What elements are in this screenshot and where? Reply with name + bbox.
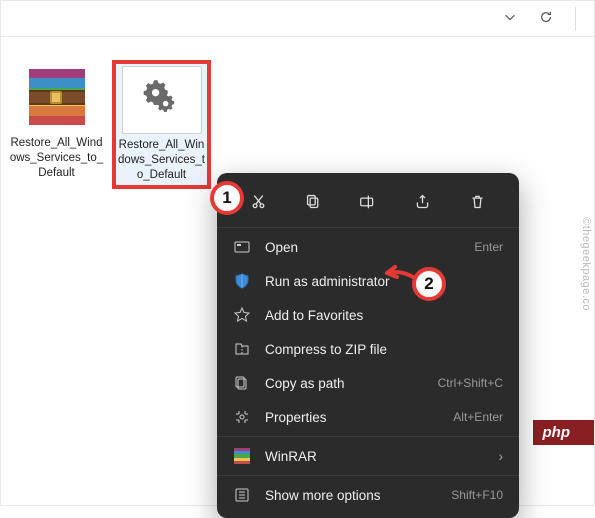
explorer-toolbar [1,1,594,37]
php-badge: php [533,420,595,445]
menu-accelerator: Shift+F10 [451,488,503,502]
more-options-icon [233,486,251,504]
menu-item-show-more-options[interactable]: Show more options Shift+F10 [217,478,519,512]
menu-label: WinRAR [265,449,485,464]
context-menu: Open Enter Run as administrator Add to F… [217,173,519,518]
batch-file-icon [122,66,202,134]
watermark-text: ©thegeekpage.co [580,217,592,311]
menu-label: Add to Favorites [265,308,503,323]
menu-accelerator: Alt+Enter [453,410,503,424]
delete-button[interactable] [463,187,493,215]
star-icon [233,306,251,324]
winrar-archive-icon [22,62,92,132]
menu-separator [217,475,519,476]
zip-icon [233,340,251,358]
properties-icon [233,408,251,426]
file-label: Restore_All_Windows_Services_to_Default [118,138,205,183]
menu-item-copy-as-path[interactable]: Copy as path Ctrl+Shift+C [217,366,519,400]
menu-label: Properties [265,410,439,425]
chevron-right-icon: › [499,449,504,464]
menu-item-run-as-administrator[interactable]: Run as administrator [217,264,519,298]
toolbar-divider [575,7,576,31]
menu-item-add-to-favorites[interactable]: Add to Favorites [217,298,519,332]
menu-separator [217,436,519,437]
file-item-archive[interactable]: Restore_All_Windows_Services_to_Default [9,62,104,187]
menu-item-winrar[interactable]: WinRAR › [217,439,519,473]
winrar-icon [233,447,251,465]
menu-item-properties[interactable]: Properties Alt+Enter [217,400,519,434]
menu-separator [217,227,519,228]
rename-button[interactable] [353,187,383,215]
menu-item-compress-to-zip[interactable]: Compress to ZIP file [217,332,519,366]
share-button[interactable] [408,187,438,215]
annotation-callout-1: 1 [210,181,244,215]
menu-accelerator: Ctrl+Shift+C [438,376,503,390]
menu-accelerator: Enter [474,240,503,254]
context-menu-top-actions [217,179,519,225]
menu-item-open[interactable]: Open Enter [217,230,519,264]
annotation-callout-2: 2 [412,267,446,301]
menu-label: Compress to ZIP file [265,342,503,357]
copy-path-icon [233,374,251,392]
menu-label: Copy as path [265,376,424,391]
cut-button[interactable] [243,187,273,215]
refresh-icon[interactable] [539,10,553,27]
menu-label: Show more options [265,488,437,503]
shield-icon [233,272,251,290]
menu-label: Open [265,240,460,255]
open-icon [233,238,251,256]
copy-button[interactable] [298,187,328,215]
file-item-batch-selected[interactable]: Restore_All_Windows_Services_to_Default [114,62,209,187]
file-label: Restore_All_Windows_Services_to_Default [9,136,104,181]
chevron-down-icon[interactable] [503,10,517,27]
